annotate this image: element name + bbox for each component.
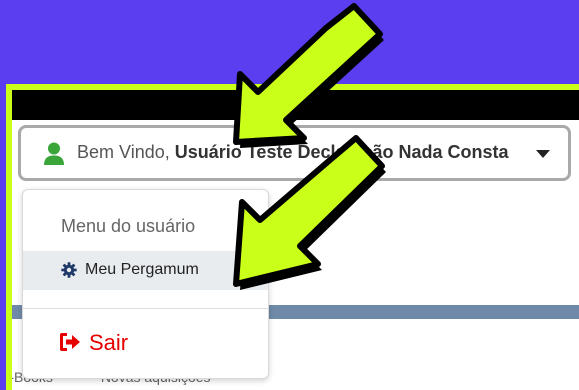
menu-item-label: Meu Pergamum — [85, 261, 199, 278]
dropdown-divider — [23, 308, 268, 309]
sign-out-icon — [60, 333, 80, 351]
gear-icon — [61, 262, 77, 278]
user-dropdown-menu: Menu do usuário Meu Pergamum Sair — [22, 189, 269, 379]
user-menu-toggle[interactable]: Bem Vindo, Usuário Teste Declaração Nada… — [18, 125, 571, 181]
menu-item-meu-pergamum[interactable]: Meu Pergamum — [23, 251, 268, 290]
welcome-text: Bem Vindo, Usuário Teste Declaração Nada… — [77, 142, 509, 163]
welcome-label: Bem Vindo, — [77, 142, 170, 162]
chevron-down-icon[interactable] — [536, 150, 550, 158]
dropdown-header: Menu do usuário — [61, 216, 196, 236]
logout-label: Sair — [89, 330, 129, 355]
user-icon — [44, 142, 64, 165]
top-navbar — [12, 90, 579, 120]
user-name: Usuário Teste Declaração Nada Consta — [174, 142, 509, 162]
